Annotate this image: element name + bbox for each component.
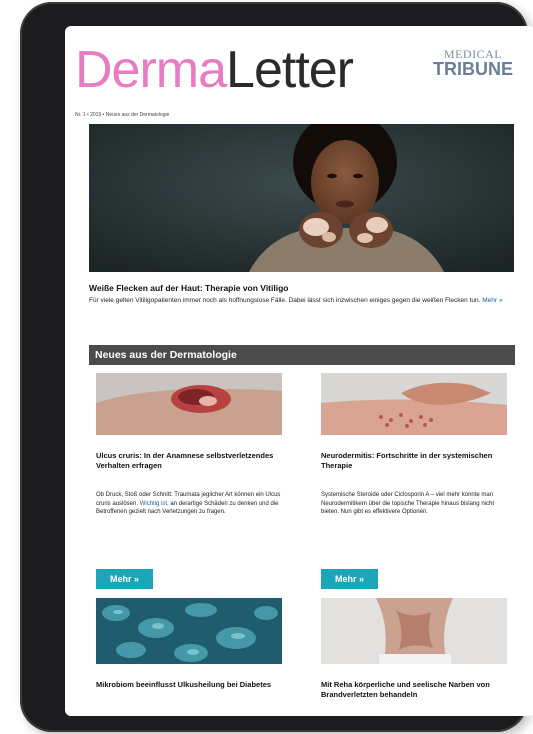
article-4-title[interactable]: Mit Reha körperliche und seelische Narbe… [321, 680, 511, 700]
medical-tribune-logo: MEDICAL TRIBUNE [433, 48, 513, 78]
hero-headline[interactable]: Weiße Flecken auf der Haut: Therapie von… [89, 283, 514, 293]
brand-line2: TRIBUNE [433, 59, 513, 79]
vitiligo-portrait-image [89, 124, 514, 272]
issue-line: Nr. 1 • 2019 • Neues aus der Dermatologi… [75, 112, 170, 118]
microbiome-image [96, 598, 282, 664]
newsletter-screen: DermaLetter MEDICAL TRIBUNE Nr. 1 • 2019… [65, 26, 533, 716]
burn-scar-image [321, 598, 507, 664]
article-2-title[interactable]: Neurodermitis: Fortschritte in der syste… [321, 451, 507, 471]
dermaletter-logo: DermaLetter [75, 41, 354, 99]
hero-teaser: Für viele gelten Vitiligopatienten immer… [89, 296, 509, 305]
section-title-bar: Neues aus der Dermatologie [89, 345, 515, 365]
article-2-more-button[interactable]: Mehr » [321, 569, 378, 589]
article-1-title[interactable]: Ulcus cruris: In der Anamnese selbstverl… [96, 451, 282, 471]
article-4-image[interactable] [321, 598, 507, 664]
article-1-more-button[interactable]: Mehr » [96, 569, 153, 589]
article-2-teaser: Systemische Steroide oder Ciclosporin A … [321, 492, 494, 516]
article-2-image[interactable] [321, 373, 507, 435]
hero-image[interactable] [89, 124, 514, 272]
article-1-image[interactable] [96, 373, 282, 435]
eczema-skin-image [321, 373, 507, 435]
article-1-text-highlight: Wichtig ist, [139, 500, 169, 507]
article-3-title[interactable]: Mikrobiom beeinflusst Ulkusheilung bei D… [96, 680, 282, 690]
leg-ulcer-image [96, 373, 282, 435]
article-3-image[interactable] [96, 598, 282, 664]
hero-teaser-text: Für viele gelten Vitiligopatienten immer… [89, 297, 481, 304]
article-1-teaser: Ob Druck, Stoß oder Schnitt: Traumata je… [96, 491, 282, 517]
hero-more-link[interactable]: Mehr » [482, 297, 502, 304]
tablet-frame: DermaLetter MEDICAL TRIBUNE Nr. 1 • 2019… [20, 2, 533, 732]
logo-derma: Derma [75, 41, 227, 99]
logo-letter: Letter [226, 41, 354, 99]
